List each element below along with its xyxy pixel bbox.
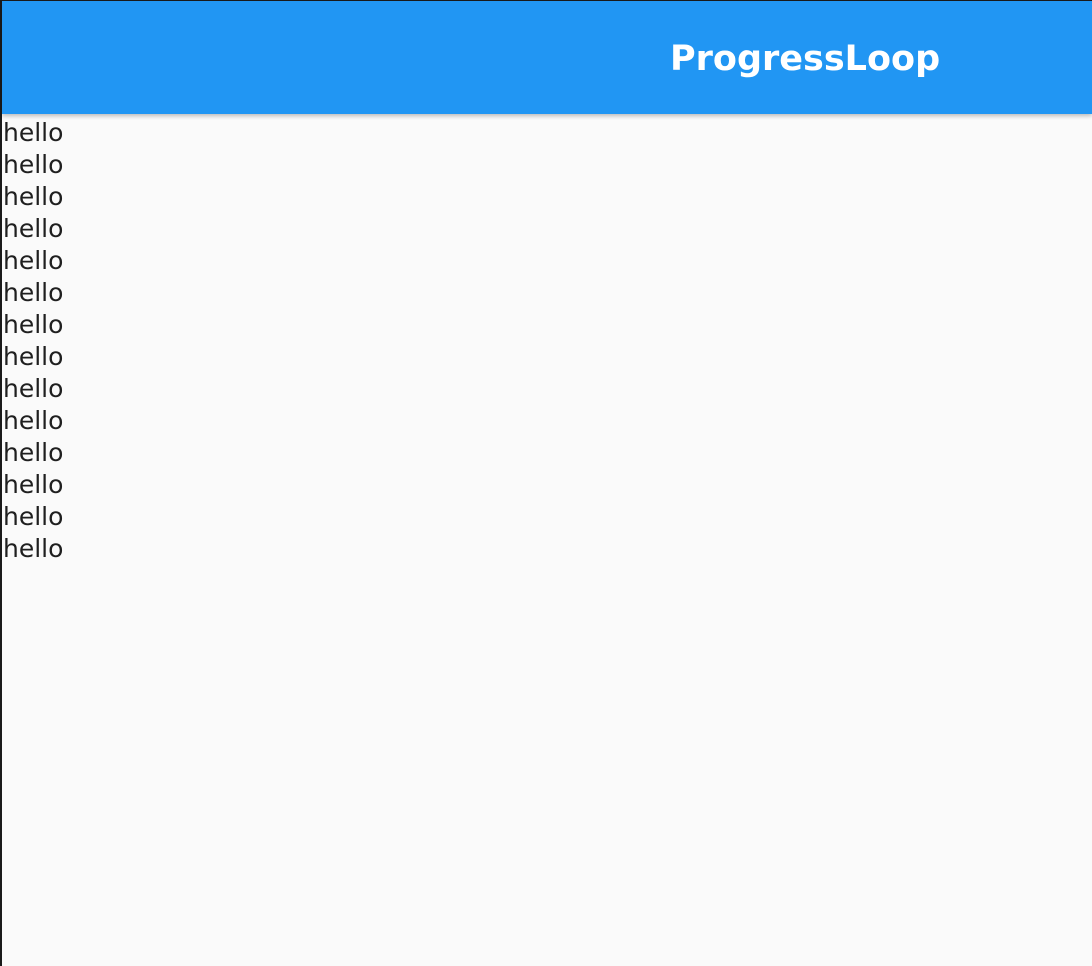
list-item: hello (3, 406, 64, 435)
list-item: hello (3, 278, 64, 307)
app-window: ProgressLoop hello hello hello hello hel… (0, 0, 1092, 966)
list-item: hello (3, 342, 64, 371)
app-title: ProgressLoop (670, 39, 941, 79)
list-item: hello (3, 310, 64, 339)
list-item: hello (3, 118, 64, 147)
app-bar: ProgressLoop (2, 1, 1092, 114)
list-item: hello (3, 534, 64, 563)
list-item: hello (3, 502, 64, 531)
list-item: hello (3, 182, 64, 211)
list-item: hello (3, 374, 64, 403)
list-item: hello (3, 150, 64, 179)
list-item: hello (3, 470, 64, 499)
list-item: hello (3, 438, 64, 467)
text-list: hello hello hello hello hello hello hell… (3, 117, 63, 565)
list-item: hello (3, 246, 64, 275)
list-item: hello (3, 214, 64, 243)
